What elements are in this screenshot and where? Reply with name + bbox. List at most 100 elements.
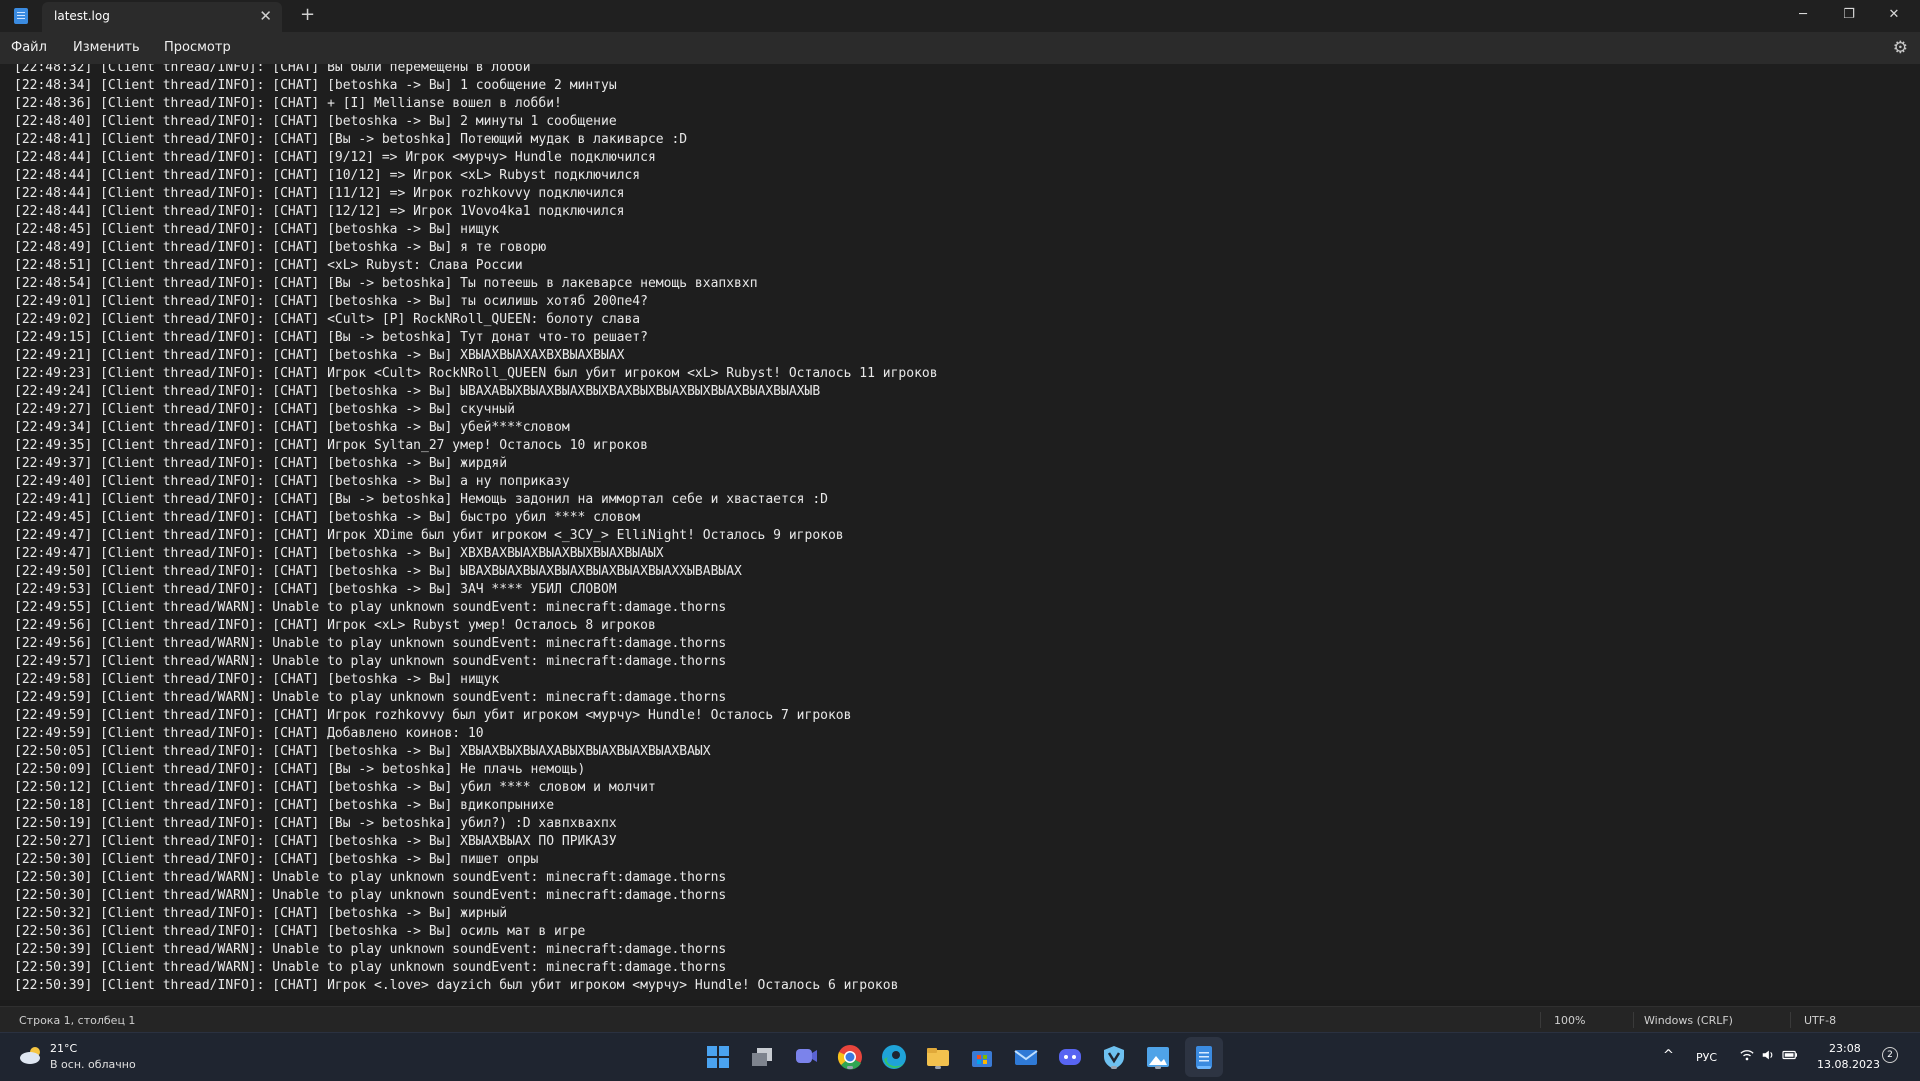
menu-edit[interactable]: Изменить [73, 40, 140, 55]
menu-file[interactable]: Файл [11, 40, 47, 55]
file-explorer-icon[interactable] [924, 1043, 952, 1071]
start-button[interactable] [704, 1043, 732, 1071]
log-line: [22:49:59] [Client thread/WARN]: Unable … [14, 690, 727, 705]
weather-temperature: 21°C [50, 1042, 78, 1055]
log-line: [22:48:36] [Client thread/INFO]: [CHAT] … [14, 96, 562, 111]
log-line: [22:50:39] [Client thread/WARN]: Unable … [14, 942, 727, 957]
weather-description: В осн. облачно [50, 1058, 136, 1071]
minimize-button[interactable]: ─ [1783, 4, 1823, 26]
log-text: [22:48:32] [Client thread/INFO]: [CHAT] … [14, 64, 938, 995]
tab-title: latest.log [54, 9, 110, 23]
log-line: [22:49:45] [Client thread/INFO]: [CHAT] … [14, 510, 641, 525]
mail-icon[interactable] [1012, 1043, 1040, 1071]
tab-latest-log[interactable]: latest.log ✕ [42, 2, 282, 32]
status-divider [1790, 1012, 1791, 1028]
running-indicator [935, 1066, 941, 1069]
microsoft-store-icon[interactable] [968, 1043, 996, 1071]
log-line: [22:50:36] [Client thread/INFO]: [CHAT] … [14, 924, 586, 939]
cloud-sun-icon [20, 1047, 40, 1064]
clock-date[interactable]: 13.08.2023 [1817, 1058, 1880, 1071]
taskbar: 21°C В осн. облачно ^ РУС 23:08 13.08.20… [0, 1032, 1920, 1081]
menu-view[interactable]: Просмотр [164, 40, 231, 55]
log-line: [22:49:40] [Client thread/INFO]: [CHAT] … [14, 474, 570, 489]
close-tab-icon[interactable]: ✕ [259, 7, 272, 25]
zoom-level[interactable]: 100% [1554, 1014, 1585, 1027]
status-bar: Строка 1, столбец 1 100% Windows (CRLF) … [0, 1006, 1920, 1033]
log-line: [22:48:49] [Client thread/INFO]: [CHAT] … [14, 240, 547, 255]
log-line: [22:49:53] [Client thread/INFO]: [CHAT] … [14, 582, 617, 597]
log-line: [22:49:24] [Client thread/INFO]: [CHAT] … [14, 384, 821, 399]
log-line: [22:50:19] [Client thread/INFO]: [CHAT] … [14, 816, 617, 831]
log-line: [22:49:58] [Client thread/INFO]: [CHAT] … [14, 672, 500, 687]
close-window-button[interactable]: ✕ [1874, 4, 1914, 26]
edge-icon[interactable] [880, 1043, 908, 1071]
chrome-icon[interactable] [836, 1043, 864, 1071]
discord-icon[interactable] [1056, 1043, 1084, 1071]
image-editor-icon[interactable] [1144, 1043, 1172, 1071]
input-language[interactable]: РУС [1696, 1051, 1717, 1064]
gear-icon[interactable]: ⚙ [1893, 39, 1908, 57]
log-line: [22:50:18] [Client thread/INFO]: [CHAT] … [14, 798, 555, 813]
teams-chat-icon[interactable] [792, 1043, 820, 1071]
log-line: [22:48:45] [Client thread/INFO]: [CHAT] … [14, 222, 500, 237]
log-line: [22:49:21] [Client thread/INFO]: [CHAT] … [14, 348, 625, 363]
log-line: [22:49:27] [Client thread/INFO]: [CHAT] … [14, 402, 515, 417]
log-line: [22:48:44] [Client thread/INFO]: [CHAT] … [14, 186, 625, 201]
task-view-icon[interactable] [748, 1043, 776, 1071]
log-line: [22:50:27] [Client thread/INFO]: [CHAT] … [14, 834, 617, 849]
log-line: [22:50:30] [Client thread/INFO]: [CHAT] … [14, 852, 539, 867]
log-line: [22:48:44] [Client thread/INFO]: [CHAT] … [14, 168, 641, 183]
log-line: [22:50:05] [Client thread/INFO]: [CHAT] … [14, 744, 711, 759]
log-line: [22:50:39] [Client thread/INFO]: [CHAT] … [14, 978, 899, 993]
text-editor[interactable]: [22:48:32] [Client thread/INFO]: [CHAT] … [0, 64, 1920, 1000]
log-line: [22:48:40] [Client thread/INFO]: [CHAT] … [14, 114, 617, 129]
log-line: [22:50:32] [Client thread/INFO]: [CHAT] … [14, 906, 508, 921]
notification-count-badge[interactable]: 2 [1882, 1047, 1898, 1063]
log-line: [22:49:15] [Client thread/INFO]: [CHAT] … [14, 330, 648, 345]
vpn-shield-icon[interactable] [1100, 1043, 1128, 1071]
battery-icon[interactable] [1782, 1048, 1798, 1067]
log-line: [22:49:41] [Client thread/INFO]: [CHAT] … [14, 492, 828, 507]
log-line: [22:49:47] [Client thread/INFO]: [CHAT] … [14, 546, 664, 561]
log-line: [22:50:39] [Client thread/WARN]: Unable … [14, 960, 727, 975]
notepad-icon[interactable] [1190, 1043, 1218, 1071]
log-line: [22:48:54] [Client thread/INFO]: [CHAT] … [14, 276, 758, 291]
new-tab-button[interactable]: + [300, 5, 315, 25]
log-line: [22:49:59] [Client thread/INFO]: [CHAT] … [14, 726, 484, 741]
log-line: [22:49:56] [Client thread/WARN]: Unable … [14, 636, 727, 651]
log-line: [22:49:59] [Client thread/INFO]: [CHAT] … [14, 708, 852, 723]
log-line: [22:48:51] [Client thread/INFO]: [CHAT] … [14, 258, 523, 273]
volume-icon[interactable] [1761, 1048, 1775, 1067]
menu-bar: Файл Изменить Просмотр ⚙ [0, 32, 1920, 64]
log-line: [22:48:34] [Client thread/INFO]: [CHAT] … [14, 78, 617, 93]
log-line: [22:48:44] [Client thread/INFO]: [CHAT] … [14, 150, 656, 165]
windows-logo-icon [707, 1046, 729, 1068]
line-ending[interactable]: Windows (CRLF) [1644, 1014, 1733, 1027]
log-line: [22:49:55] [Client thread/WARN]: Unable … [14, 600, 727, 615]
log-line: [22:49:01] [Client thread/INFO]: [CHAT] … [14, 294, 648, 309]
show-hidden-icons-button[interactable]: ^ [1663, 1048, 1674, 1064]
log-line: [22:50:12] [Client thread/INFO]: [CHAT] … [14, 780, 656, 795]
log-line: [22:50:30] [Client thread/WARN]: Unable … [14, 870, 727, 885]
cursor-position: Строка 1, столбец 1 [19, 1014, 136, 1027]
log-line: [22:50:09] [Client thread/INFO]: [CHAT] … [14, 762, 586, 777]
log-line: [22:49:23] [Client thread/INFO]: [CHAT] … [14, 366, 938, 381]
log-line: [22:50:30] [Client thread/WARN]: Unable … [14, 888, 727, 903]
wifi-icon[interactable] [1740, 1048, 1754, 1067]
log-line: [22:48:41] [Client thread/INFO]: [CHAT] … [14, 132, 688, 147]
encoding[interactable]: UTF-8 [1804, 1014, 1836, 1027]
log-line: [22:49:02] [Client thread/INFO]: [CHAT] … [14, 312, 641, 327]
log-line: [22:49:56] [Client thread/INFO]: [CHAT] … [14, 618, 656, 633]
log-line: [22:49:35] [Client thread/INFO]: [CHAT] … [14, 438, 648, 453]
status-divider [1540, 1012, 1541, 1028]
running-indicator [1111, 1066, 1117, 1069]
log-line: [22:49:34] [Client thread/INFO]: [CHAT] … [14, 420, 570, 435]
notepad-app-icon [14, 8, 28, 24]
clock-time[interactable]: 23:08 [1829, 1042, 1861, 1055]
log-line: [22:49:57] [Client thread/WARN]: Unable … [14, 654, 727, 669]
log-line: [22:48:32] [Client thread/INFO]: [CHAT] … [14, 64, 531, 75]
title-bar: latest.log ✕ + ─ ❐ ✕ [0, 0, 1920, 32]
restore-button[interactable]: ❐ [1829, 4, 1869, 26]
running-indicator [847, 1066, 853, 1069]
active-indicator [1197, 1066, 1211, 1069]
